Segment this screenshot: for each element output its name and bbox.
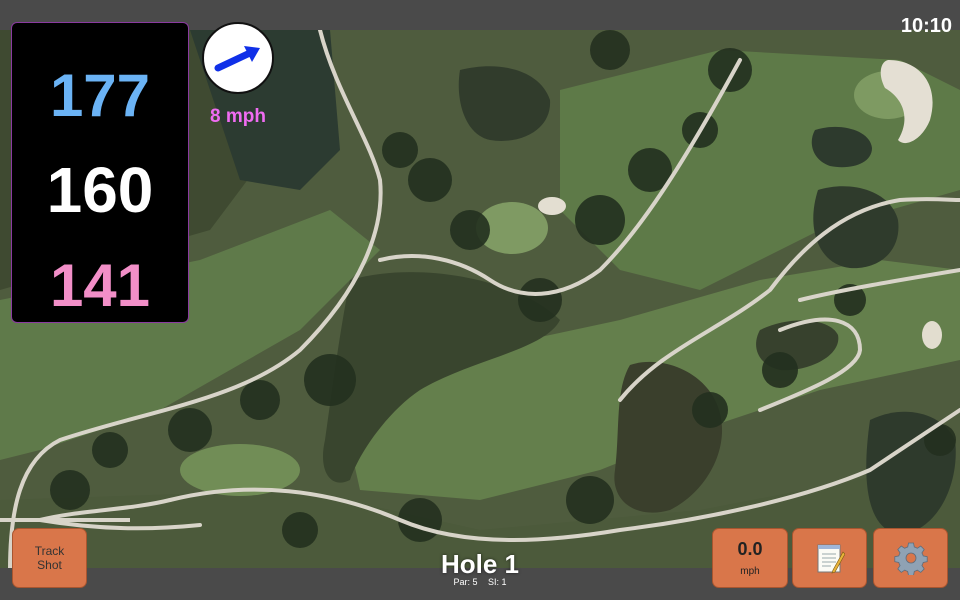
notepad-icon bbox=[817, 544, 845, 574]
speed-unit: mph bbox=[740, 566, 760, 577]
hole-info: Par: 5 SI: 1 bbox=[380, 577, 580, 587]
track-shot-label-line1: Track bbox=[34, 544, 65, 558]
track-shot-button[interactable]: Track Shot bbox=[12, 528, 87, 588]
front-of-green-distance: 141 bbox=[49, 252, 151, 319]
track-shot-label-line2: Shot bbox=[37, 558, 62, 572]
wind-direction-dial bbox=[202, 22, 274, 94]
speed-button[interactable]: 0.0 mph bbox=[712, 528, 788, 588]
speed-value: 0.0 bbox=[737, 539, 763, 559]
arrow-icon bbox=[214, 46, 260, 72]
clock: 10:10 bbox=[900, 15, 952, 37]
par-label: Par: 5 bbox=[453, 577, 478, 587]
distance-panel: 177 160 141 bbox=[11, 22, 189, 323]
notes-button[interactable] bbox=[792, 528, 867, 588]
hole-title: Hole 1 bbox=[440, 549, 520, 579]
stroke-index-label: SI: 1 bbox=[488, 577, 507, 587]
wind-speed-label: 8 mph bbox=[210, 106, 266, 127]
middle-of-green-distance: 160 bbox=[46, 154, 154, 226]
gear-icon bbox=[893, 542, 928, 575]
back-of-green-distance: 177 bbox=[49, 62, 151, 129]
settings-button[interactable] bbox=[873, 528, 948, 588]
